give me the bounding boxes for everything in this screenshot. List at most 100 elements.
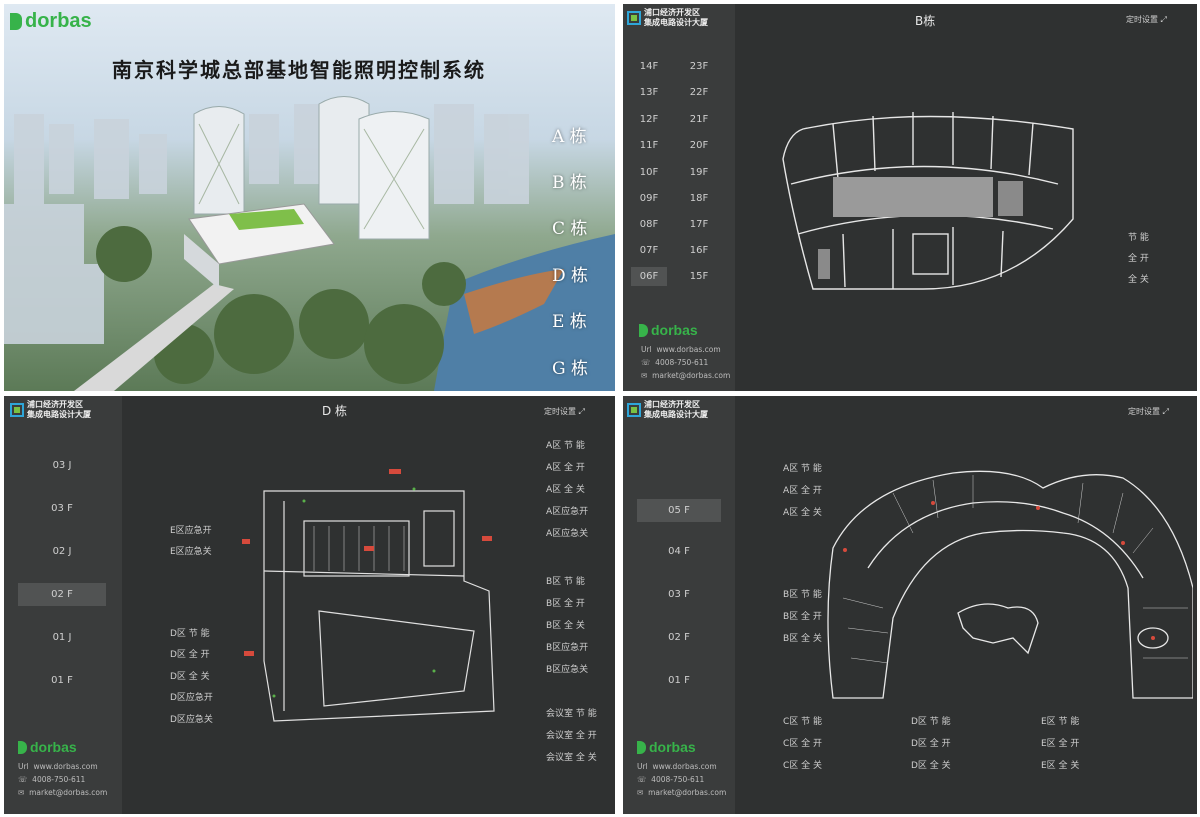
a-emergency-on-button[interactable]: A区应急开 xyxy=(546,504,588,517)
floor-12f[interactable]: 12F xyxy=(631,114,667,125)
c-all-off-button[interactable]: C区 全 关 xyxy=(783,758,822,771)
mail-icon: ✉ xyxy=(641,371,648,380)
contact-info: Url www.dorbas.com ☏ 4008-750-611 ✉ mark… xyxy=(18,762,108,797)
b-all-off-button[interactable]: 全 关 xyxy=(1128,272,1149,285)
floor-06f[interactable]: 06F xyxy=(631,267,667,286)
dorbas-logo: dorbas xyxy=(10,10,92,33)
d-all-on-button[interactable]: D区 全 开 xyxy=(911,736,951,749)
building-link-c[interactable]: C 栋 xyxy=(552,214,587,239)
e-emergency-on-button[interactable]: E区应急开 xyxy=(170,523,212,536)
a-all-on-button[interactable]: A区 全 开 xyxy=(783,483,822,496)
floor-plan-d xyxy=(242,469,495,722)
b-all-on-button[interactable]: 全 开 xyxy=(1128,251,1149,264)
floor-08f[interactable]: 08F xyxy=(631,219,667,230)
floor-10f[interactable]: 10F xyxy=(631,167,667,178)
floor-22f[interactable]: 22F xyxy=(681,87,717,98)
floor-09f[interactable]: 09F xyxy=(631,193,667,204)
floor-18f[interactable]: 18F xyxy=(681,193,717,204)
d-all-on-button[interactable]: D区 全 开 xyxy=(170,647,210,660)
floor-01f[interactable]: 01 F xyxy=(637,675,721,686)
b-emergency-on-button[interactable]: B区应急开 xyxy=(546,640,588,653)
c-energy-save-button[interactable]: C区 节 能 xyxy=(783,714,822,727)
floor-03f[interactable]: 03 F xyxy=(18,503,106,514)
d-all-off-button[interactable]: D区 全 关 xyxy=(911,758,951,771)
meeting-all-on-button[interactable]: 会议室 全 开 xyxy=(546,728,597,741)
b-all-on-button[interactable]: B区 全 开 xyxy=(783,609,822,622)
floor-01f[interactable]: 01 F xyxy=(18,675,106,686)
a-all-off-button[interactable]: A区 全 关 xyxy=(546,482,585,495)
e-emergency-off-button[interactable]: E区应急关 xyxy=(170,544,212,557)
dorbas-logo: dorbas xyxy=(18,739,77,755)
a-energy-save-button[interactable]: A区 节 能 xyxy=(546,438,585,451)
floor-02j[interactable]: 02 J xyxy=(18,546,106,557)
page-title: 南京科学城总部基地智能照明控制系统 xyxy=(112,58,486,82)
floor-20f[interactable]: 20F xyxy=(681,140,717,151)
district-logo-icon xyxy=(10,403,24,417)
d-emergency-on-button[interactable]: D区应急开 xyxy=(170,690,213,703)
floor-13f[interactable]: 13F xyxy=(631,87,667,98)
b-emergency-off-button[interactable]: B区应急关 xyxy=(546,662,588,675)
floor-03f[interactable]: 03 F xyxy=(637,589,721,600)
floor-01j[interactable]: 01 J xyxy=(18,632,106,643)
building-link-b[interactable]: B 栋 xyxy=(552,168,587,193)
b-all-on-button[interactable]: B区 全 开 xyxy=(546,596,585,609)
district-logo: 浦口经济开发区 集成电路设计大厦 xyxy=(627,400,708,420)
building-link-a[interactable]: A 栋 xyxy=(552,122,587,147)
b-all-off-button[interactable]: B区 全 关 xyxy=(783,631,822,644)
district-logo-icon xyxy=(627,403,641,417)
c-all-on-button[interactable]: C区 全 开 xyxy=(783,736,822,749)
e-all-on-button[interactable]: E区 全 开 xyxy=(1041,736,1079,749)
a-energy-save-button[interactable]: A区 节 能 xyxy=(783,461,822,474)
meeting-all-off-button[interactable]: 会议室 全 关 xyxy=(546,750,597,763)
floor-02f[interactable]: 02 F xyxy=(637,632,721,643)
floor-23f[interactable]: 23F xyxy=(681,61,717,72)
floor-plan-e xyxy=(827,470,1193,699)
floor-11f[interactable]: 11F xyxy=(631,140,667,151)
expand-icon: ⤢ xyxy=(1162,407,1169,416)
floor-14f[interactable]: 14F xyxy=(631,61,667,72)
contact-info: Url www.dorbas.com ☏ 4008-750-611 ✉ mark… xyxy=(637,762,727,797)
d-all-off-button[interactable]: D区 全 关 xyxy=(170,669,210,682)
floor-17f[interactable]: 17F xyxy=(681,219,717,230)
a-all-on-button[interactable]: A区 全 开 xyxy=(546,460,585,473)
b-energy-save-button[interactable]: 节 能 xyxy=(1128,230,1149,243)
d-energy-save-button[interactable]: D区 节 能 xyxy=(911,714,951,727)
e-energy-save-button[interactable]: E区 节 能 xyxy=(1041,714,1079,727)
floor-21f[interactable]: 21F xyxy=(681,114,717,125)
d-emergency-off-button[interactable]: D区应急关 xyxy=(170,712,213,725)
dorbas-logo: dorbas xyxy=(637,739,696,755)
building-link-e[interactable]: E 栋 xyxy=(552,307,587,332)
phone-icon: ☏ xyxy=(18,775,28,784)
building-link-d[interactable]: D 栋 xyxy=(552,261,588,286)
b-energy-save-button[interactable]: B区 节 能 xyxy=(783,587,822,600)
timer-settings-button[interactable]: 定时设置 ⤢ xyxy=(1126,14,1167,25)
building-b-panel: 浦口经济开发区 集成电路设计大厦 B栋 定时设置 ⤢ 14F 13F 12F 11… xyxy=(623,4,1197,391)
district-logo-icon xyxy=(627,11,641,25)
floor-15f[interactable]: 15F xyxy=(681,271,717,282)
district-logo: 浦口经济开发区 集成电路设计大厦 xyxy=(627,8,708,28)
b-energy-save-button[interactable]: B区 节 能 xyxy=(546,574,585,587)
a-emergency-off-button[interactable]: A区应急关 xyxy=(546,526,588,539)
floor-16f[interactable]: 16F xyxy=(681,245,717,256)
building-link-g[interactable]: G 栋 xyxy=(552,354,588,379)
a-all-off-button[interactable]: A区 全 关 xyxy=(783,505,822,518)
floor-02f[interactable]: 02 F xyxy=(18,583,106,606)
mail-icon: ✉ xyxy=(637,788,644,797)
meeting-energy-save-button[interactable]: 会议室 节 能 xyxy=(546,706,597,719)
d-energy-save-button[interactable]: D区 节 能 xyxy=(170,626,210,639)
phone-icon: ☏ xyxy=(637,775,647,784)
expand-icon: ⤢ xyxy=(1160,15,1167,24)
floor-07f[interactable]: 07F xyxy=(631,245,667,256)
page-title: B栋 xyxy=(915,14,936,28)
floor-05f[interactable]: 05 F xyxy=(637,499,721,522)
expand-icon: ⤢ xyxy=(578,407,585,416)
b-all-off-button[interactable]: B区 全 关 xyxy=(546,618,585,631)
floor-19f[interactable]: 19F xyxy=(681,167,717,178)
dorbas-logo: dorbas xyxy=(639,322,698,338)
district-logo: 浦口经济开发区 集成电路设计大厦 xyxy=(10,400,91,420)
floor-03j[interactable]: 03 J xyxy=(18,460,106,471)
timer-settings-button[interactable]: 定时设置 ⤢ xyxy=(544,406,585,417)
e-all-off-button[interactable]: E区 全 关 xyxy=(1041,758,1079,771)
floor-04f[interactable]: 04 F xyxy=(637,546,721,557)
timer-settings-button[interactable]: 定时设置 ⤢ xyxy=(1128,406,1169,417)
